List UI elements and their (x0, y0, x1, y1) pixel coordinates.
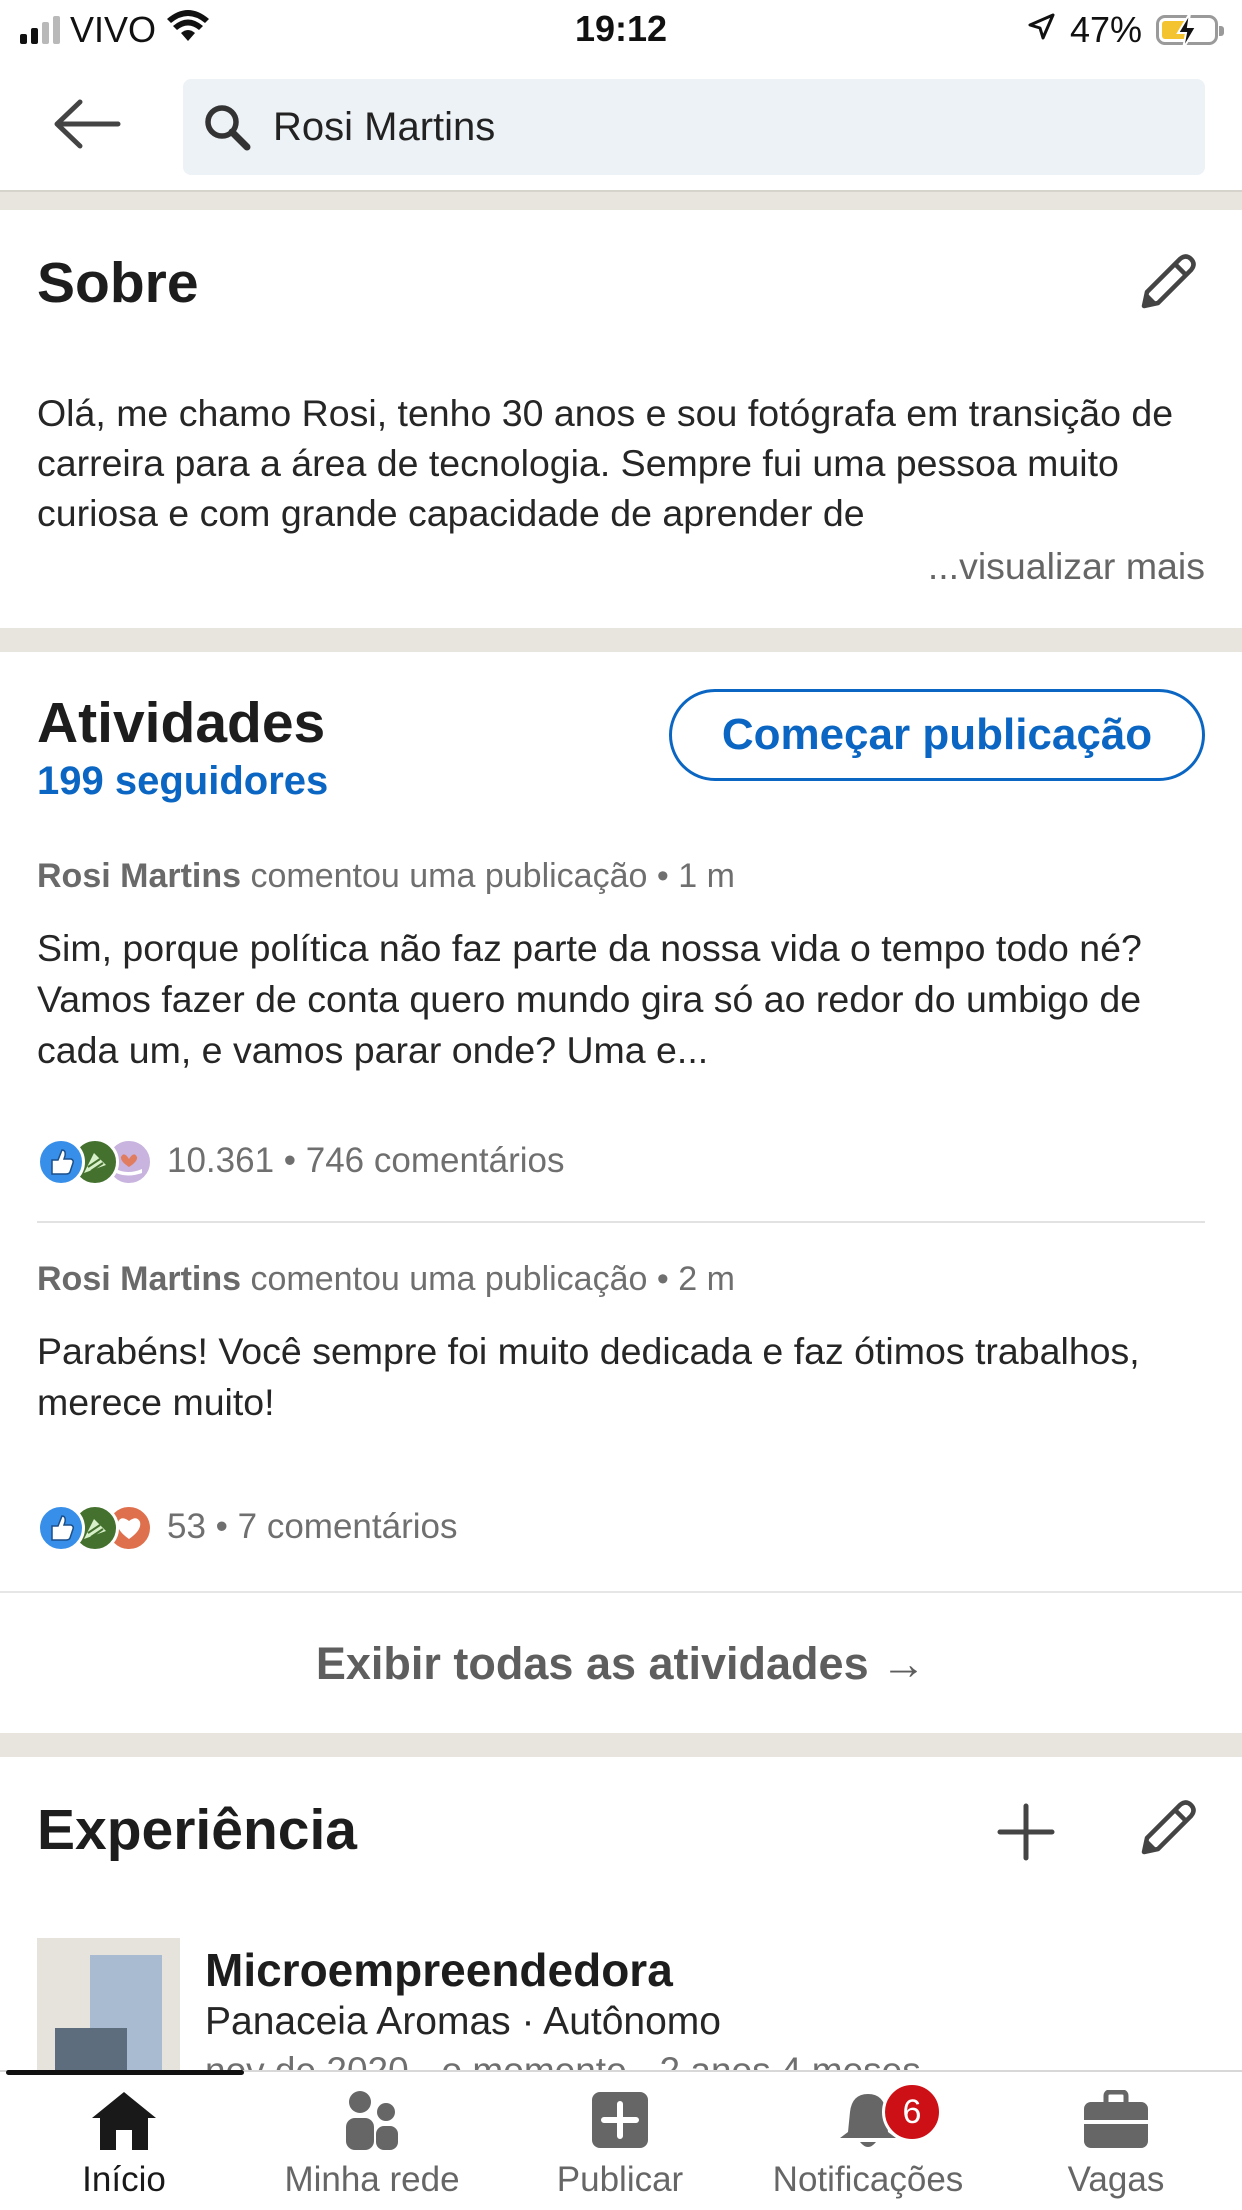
tab-my-network[interactable]: Minha rede (248, 2072, 496, 2210)
followers-count[interactable]: 199 seguidores (37, 759, 328, 804)
edit-experience-pencil-icon[interactable] (1136, 1796, 1200, 1865)
company-logo[interactable] (37, 1938, 180, 2076)
section-separator (0, 1733, 1242, 1757)
add-experience-plus-icon[interactable] (994, 1800, 1058, 1869)
status-right: 47% (1026, 8, 1224, 52)
see-more-link[interactable]: ...visualizar mais (899, 538, 1205, 594)
like-icon (37, 1504, 85, 1552)
activity-action: comentou uma publicação (250, 857, 648, 895)
back-arrow-icon[interactable] (52, 98, 162, 158)
battery-percent: 47% (1069, 9, 1142, 50)
top-nav-bar: Rosi Martins (0, 62, 1242, 192)
tab-notifications[interactable]: 6 Notificações (744, 2072, 992, 2210)
network-icon (248, 2086, 496, 2154)
edit-about-pencil-icon[interactable] (1136, 250, 1200, 319)
activity-title: Atividades (37, 691, 326, 755)
activity-divider (37, 1221, 1205, 1223)
activity-reactions[interactable]: 10.361 • 746 comentários (37, 1136, 565, 1186)
about-text: Olá, me chamo Rosi, tenho 30 anos e sou … (37, 392, 1174, 534)
battery-icon (1156, 12, 1224, 50)
show-all-activity-link[interactable]: Exibir todas as atividades → (0, 1591, 1242, 1733)
notification-badge: 6 (882, 2082, 942, 2142)
activity-reactions[interactable]: 53 • 7 comentários (37, 1502, 457, 1552)
tab-home[interactable]: Início (0, 2072, 248, 2210)
reaction-icons (37, 1136, 153, 1186)
search-query: Rosi Martins (273, 105, 496, 149)
activity-header: Rosi Martins comentou uma publicação • 1… (37, 857, 735, 896)
experience-title: Experiência (37, 1798, 358, 1862)
briefcase-icon (992, 2086, 1240, 2154)
activity-author[interactable]: Rosi Martins (37, 1260, 241, 1298)
tab-post[interactable]: Publicar (496, 2072, 744, 2210)
activity-comment-text[interactable]: Parabéns! Você sempre foi muito dedicada… (37, 1326, 1212, 1428)
activity-action: comentou uma publicação (250, 1260, 648, 1298)
bottom-tab-bar: Início Minha rede Publicar 6 Notificaçõe… (0, 2070, 1242, 2210)
like-icon (37, 1138, 85, 1186)
experience-title-text[interactable]: Microempreendedora (205, 1943, 673, 1997)
search-bar[interactable]: Rosi Martins (183, 79, 1205, 175)
post-icon (496, 2086, 744, 2154)
activity-stats: 53 • 7 comentários (167, 1507, 458, 1546)
bell-icon (744, 2086, 992, 2154)
section-separator (0, 628, 1242, 652)
activity-time: • 1 m (656, 857, 735, 895)
experience-company: Panaceia Aromas · Autônomo (205, 2000, 721, 2043)
start-post-button[interactable]: Começar publicação (669, 689, 1205, 781)
search-icon (201, 101, 253, 158)
activity-stats: 10.361 • 746 comentários (167, 1141, 565, 1180)
tab-jobs[interactable]: Vagas (992, 2072, 1240, 2210)
status-bar: VIVO 19:12 47% (0, 0, 1242, 62)
home-icon (0, 2086, 248, 2154)
tab-label: Minha rede (284, 2160, 460, 2199)
about-title: Sobre (37, 251, 199, 315)
activity-comment-text[interactable]: Sim, porque política não faz parte da no… (37, 923, 1212, 1076)
home-indicator (6, 2070, 244, 2075)
tab-label: Vagas (1067, 2160, 1165, 2199)
reaction-icons (37, 1502, 153, 1552)
activity-header: Rosi Martins comentou uma publicação • 2… (37, 1260, 735, 1299)
activity-author[interactable]: Rosi Martins (37, 857, 241, 895)
location-arrow-icon (1026, 9, 1056, 51)
activity-time: • 2 m (656, 1260, 735, 1298)
section-separator (0, 192, 1242, 210)
tab-label: Publicar (556, 2160, 684, 2199)
tab-label: Notificações (772, 2160, 964, 2199)
